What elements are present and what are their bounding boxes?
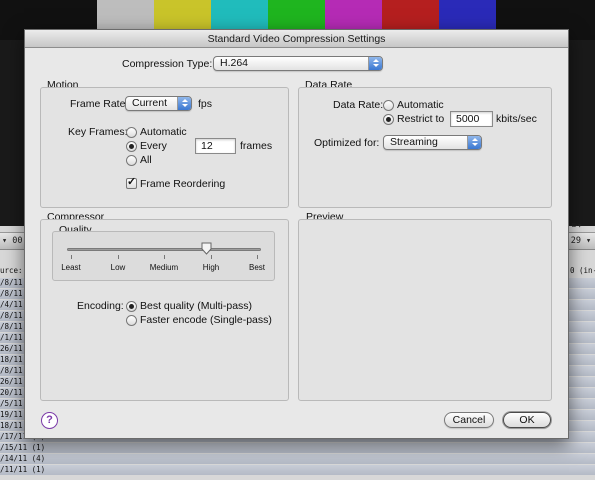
background-list-row[interactable]: 26/11 bbox=[0, 377, 23, 387]
key-frames-all-radio[interactable] bbox=[126, 155, 137, 166]
background-list-row[interactable]: /8/11 bbox=[0, 289, 23, 299]
key-frames-all-label: All bbox=[140, 154, 152, 166]
background-list-row[interactable]: /11/11 (1) bbox=[0, 465, 45, 475]
background-list-row[interactable]: /5/11 bbox=[0, 399, 23, 409]
encoding-faster-radio[interactable] bbox=[126, 315, 137, 326]
key-frames-every-field[interactable]: 12 bbox=[195, 138, 236, 154]
data-rate-label: Data Rate: bbox=[333, 99, 384, 111]
popup-arrows-icon bbox=[368, 57, 382, 70]
background-list-row[interactable]: 19/11 bbox=[0, 410, 23, 420]
data-rate-restrict-label: Restrict to bbox=[397, 113, 445, 125]
quality-tick-mark bbox=[71, 255, 72, 259]
key-frames-every-radio[interactable] bbox=[126, 141, 137, 152]
background-toolbar-control[interactable]: ⌦▾ bbox=[572, 221, 582, 231]
preview-group bbox=[298, 219, 552, 401]
background-list-row[interactable]: /8/11 bbox=[0, 322, 23, 332]
frame-reordering-checkbox[interactable]: ✓ bbox=[126, 176, 137, 189]
background-row-stripe bbox=[0, 465, 595, 475]
encoding-best-label: Best quality (Multi-pass) bbox=[140, 300, 253, 312]
compression-type-label: Compression Type: bbox=[122, 58, 213, 70]
quality-slider-knob[interactable] bbox=[201, 242, 212, 255]
popup-arrows-icon bbox=[467, 136, 481, 149]
data-rate-automatic-radio[interactable] bbox=[383, 100, 394, 111]
key-frames-every-label: Every bbox=[140, 140, 167, 152]
compression-settings-dialog: Standard Video Compression Settings Comp… bbox=[24, 29, 569, 439]
compression-type-popup[interactable]: H.264 bbox=[213, 56, 383, 71]
background-list-row[interactable]: /14/11 (4) bbox=[0, 454, 45, 464]
optimized-for-label: Optimized for: bbox=[314, 137, 380, 149]
encoding-best-radio[interactable] bbox=[126, 301, 137, 312]
quality-tick-label: High bbox=[202, 263, 220, 272]
key-frames-unit-label: frames bbox=[240, 140, 273, 152]
key-frames-automatic-radio[interactable] bbox=[126, 127, 137, 138]
data-rate-unit-label: kbits/sec bbox=[496, 113, 537, 125]
data-rate-value-field[interactable]: 5000 bbox=[450, 111, 493, 127]
background-list-row[interactable]: /8/11 bbox=[0, 311, 23, 321]
encoding-label: Encoding: bbox=[77, 300, 124, 312]
dialog-title: Standard Video Compression Settings bbox=[25, 30, 568, 48]
quality-tick-label: Best bbox=[248, 263, 265, 272]
optimized-for-value: Streaming bbox=[390, 136, 438, 148]
background-list-row[interactable]: 18/11 bbox=[0, 355, 23, 365]
quality-slider-track[interactable] bbox=[67, 248, 261, 251]
ok-button[interactable]: OK bbox=[503, 412, 551, 428]
data-rate-restrict-radio[interactable] bbox=[383, 114, 394, 125]
fps-label: fps bbox=[198, 98, 213, 110]
background-list-row[interactable]: /8/11 bbox=[0, 278, 23, 288]
cancel-button[interactable]: Cancel bbox=[444, 412, 494, 428]
optimized-for-popup[interactable]: Streaming bbox=[383, 135, 482, 150]
quality-tick-label: Medium bbox=[149, 263, 179, 272]
background-list-row[interactable]: /8/11 bbox=[0, 366, 23, 376]
background-list-row[interactable]: /1/11 bbox=[0, 333, 23, 343]
quality-tick-label: Least bbox=[61, 263, 81, 272]
background-list-row[interactable]: 26/11 bbox=[0, 344, 23, 354]
frame-reordering-label: Frame Reordering bbox=[140, 178, 226, 190]
frame-rate-popup[interactable]: Current bbox=[125, 96, 192, 111]
quality-tick-mark bbox=[211, 255, 212, 259]
quality-tick-mark bbox=[164, 255, 165, 259]
screen: ▾ 00: 00:00;29 ▾ ⌦▾ urce: 7 0 (in-out /8… bbox=[0, 0, 595, 480]
key-frames-automatic-label: Automatic bbox=[140, 126, 187, 138]
background-list-row[interactable]: 20/11 bbox=[0, 388, 23, 398]
data-rate-automatic-label: Automatic bbox=[397, 99, 444, 111]
background-row-stripe bbox=[0, 443, 595, 453]
frame-rate-value: Current bbox=[132, 97, 168, 109]
checkmark-icon: ✓ bbox=[127, 176, 137, 188]
quality-tick-mark bbox=[257, 255, 258, 259]
background-list-row[interactable]: /4/11 bbox=[0, 300, 23, 310]
key-frames-label: Key Frames: bbox=[68, 126, 128, 138]
background-in-out-text: 0 (in-out bbox=[570, 266, 595, 275]
popup-arrows-icon bbox=[177, 97, 191, 110]
quality-tick-mark bbox=[118, 255, 119, 259]
quality-tick-label: Low bbox=[110, 263, 126, 272]
encoding-faster-label: Faster encode (Single-pass) bbox=[140, 314, 272, 326]
help-button[interactable]: ? bbox=[41, 412, 58, 429]
frame-rate-label: Frame Rate: bbox=[70, 98, 129, 110]
background-row-stripe bbox=[0, 454, 595, 464]
compression-type-value: H.264 bbox=[220, 57, 249, 69]
background-list-row[interactable]: 18/11 bbox=[0, 421, 23, 431]
background-list-row[interactable]: /15/11 (1) bbox=[0, 443, 45, 453]
